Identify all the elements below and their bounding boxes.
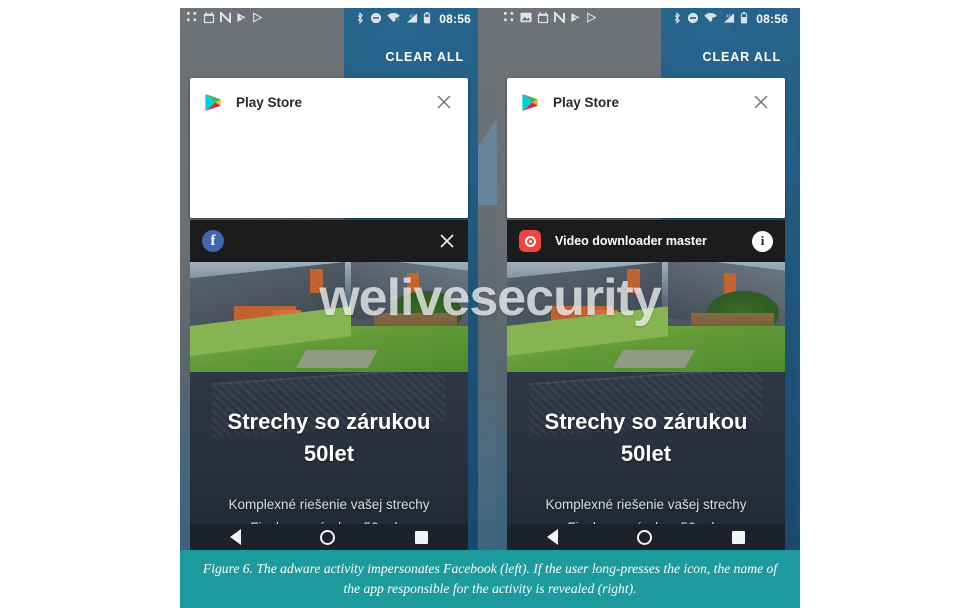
phone-screenshot-left: 4G 08:56 CLEAR ALL Play Store f Strechy … [180,8,478,550]
do-not-disturb-icon [370,12,382,27]
back-triangle-icon[interactable] [229,529,241,545]
play-store-icon [521,93,539,112]
ad-subtitle: Komplexné riešenie vašej strechy z Finsk… [190,494,468,524]
ad-photo [190,262,468,372]
svg-text:4G: 4G [409,13,415,18]
ad-heading-line1: Strechy so zárukou [227,409,431,434]
apps-grid-icon [504,12,515,26]
play-outline-icon [586,12,597,26]
card-body [190,126,468,218]
card-title: Play Store [236,94,303,110]
close-icon[interactable] [434,92,454,112]
ad-heading: Strechy so zárukou 50let [507,406,785,470]
nfc-icon [553,10,566,26]
ad-text-block: Strechy so zárukou 50let Komplexné rieše… [190,372,468,524]
calendar-icon [537,11,549,27]
wifi-icon [387,12,401,26]
play-icon [570,12,581,26]
figure-image: 4G 08:56 CLEAR ALL Play Store f Strechy … [180,8,800,600]
adware-overlay-title: Video downloader master [555,234,707,248]
android-navigation-bar [507,524,785,550]
card-title: Play Store [553,94,620,110]
status-bar-left: 4G 08:56 [180,8,478,30]
adware-overlay-bar[interactable]: Video downloader master i [507,220,785,262]
figure-page: 4G 08:56 CLEAR ALL Play Store f Strechy … [0,0,980,608]
clear-all-button[interactable]: CLEAR ALL [703,50,781,64]
home-circle-icon[interactable] [637,529,653,545]
ad-heading: Strechy so zárukou 50let [190,406,468,470]
apps-grid-icon [187,12,198,26]
bluetooth-icon [355,11,365,27]
calendar-icon [203,11,215,27]
figure-caption: Figure 6. The adware activity impersonat… [180,550,800,608]
back-triangle-icon[interactable] [546,529,558,545]
ad-text-block: Strechy so zárukou 50let Komplexné rieše… [507,372,785,524]
facebook-icon: f [202,230,224,252]
close-icon[interactable] [438,232,456,250]
svg-text:4G: 4G [726,13,732,18]
status-bar-clock: 08:56 [439,12,471,26]
bluetooth-icon [672,11,682,27]
ad-photo [507,262,785,372]
battery-icon [740,11,748,27]
adware-overlay-bar[interactable]: f [190,220,468,262]
battery-icon [423,11,431,27]
play-outline-icon [252,12,263,26]
do-not-disturb-icon [687,12,699,27]
status-bar-right: 4G 08:56 [497,8,795,30]
play-store-icon [204,93,222,112]
ad-heading-line2: 50let [620,440,672,466]
recent-app-card-play-store[interactable]: Play Store [190,78,468,218]
status-bar-clock: 08:56 [756,12,788,26]
ad-heading-line2: 50let [303,440,355,466]
figure-caption-text: Figure 6. The adware activity impersonat… [202,560,778,596]
close-icon[interactable] [751,92,771,112]
home-circle-icon[interactable] [320,529,336,545]
clear-all-button[interactable]: CLEAR ALL [386,50,464,64]
ad-subtitle-line1: Komplexné riešenie vašej strechy [545,497,747,512]
signal-4g-icon: 4G [722,12,735,27]
nfc-icon [219,10,232,26]
play-icon [236,12,247,26]
card-header: Play Store [190,78,468,126]
android-navigation-bar [190,524,468,550]
image-icon [520,12,532,26]
wifi-icon [704,12,718,26]
card-header: Play Store [507,78,785,126]
signal-4g-icon: 4G [405,12,418,27]
video-downloader-icon [519,230,541,252]
info-icon[interactable]: i [752,230,773,252]
ad-heading-line1: Strechy so zárukou [544,409,748,434]
ad-subtitle-line1: Komplexné riešenie vašej strechy [228,497,430,512]
recent-app-card-play-store[interactable]: Play Store [507,78,785,218]
recents-square-icon[interactable] [415,530,429,544]
ad-subtitle: Komplexné riešenie vašej strechy z Finsk… [507,494,785,524]
phone-screenshot-right: 4G 08:56 CLEAR ALL Play Store Video down… [497,8,795,550]
card-body [507,126,785,218]
recents-square-icon[interactable] [732,530,746,544]
